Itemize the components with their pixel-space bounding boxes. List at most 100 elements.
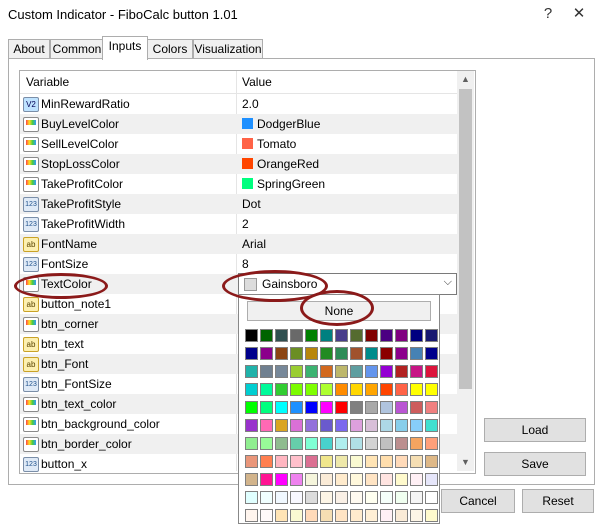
palette-swatch[interactable]	[260, 365, 273, 378]
reset-button[interactable]: Reset	[522, 489, 594, 513]
palette-swatch[interactable]	[350, 509, 363, 522]
tab-colors[interactable]: Colors	[147, 39, 193, 59]
palette-swatch[interactable]	[335, 383, 348, 396]
palette-swatch[interactable]	[350, 383, 363, 396]
palette-swatch[interactable]	[275, 509, 288, 522]
palette-swatch[interactable]	[290, 329, 303, 342]
grid-row[interactable]: StopLossColor OrangeRed	[20, 154, 457, 174]
palette-swatch[interactable]	[290, 437, 303, 450]
palette-swatch[interactable]	[335, 437, 348, 450]
palette-swatch[interactable]	[275, 437, 288, 450]
scroll-thumb[interactable]	[459, 89, 472, 389]
palette-swatch[interactable]	[320, 365, 333, 378]
palette-swatch[interactable]	[380, 491, 393, 504]
palette-swatch[interactable]	[365, 329, 378, 342]
palette-swatch[interactable]	[350, 491, 363, 504]
grid-row[interactable]: SellLevelColor Tomato	[20, 134, 457, 154]
tab-inputs[interactable]: Inputs	[102, 36, 148, 60]
palette-swatch[interactable]	[380, 509, 393, 522]
palette-swatch[interactable]	[410, 401, 423, 414]
palette-swatch[interactable]	[305, 509, 318, 522]
palette-swatch[interactable]	[320, 347, 333, 360]
palette-swatch[interactable]	[275, 491, 288, 504]
help-button[interactable]: ?	[537, 4, 559, 24]
palette-swatch[interactable]	[350, 365, 363, 378]
palette-swatch[interactable]	[320, 509, 333, 522]
variable-value[interactable]: Arial	[242, 237, 266, 251]
palette-swatch[interactable]	[290, 365, 303, 378]
palette-swatch[interactable]	[320, 383, 333, 396]
palette-swatch[interactable]	[245, 473, 258, 486]
palette-swatch[interactable]	[245, 491, 258, 504]
palette-swatch[interactable]	[410, 509, 423, 522]
palette-swatch[interactable]	[305, 329, 318, 342]
palette-swatch[interactable]	[365, 347, 378, 360]
palette-swatch[interactable]	[335, 365, 348, 378]
palette-swatch[interactable]	[305, 455, 318, 468]
palette-swatch[interactable]	[425, 509, 438, 522]
palette-swatch[interactable]	[395, 419, 408, 432]
palette-swatch[interactable]	[260, 473, 273, 486]
scroll-up-icon[interactable]: ▲	[457, 71, 474, 88]
palette-swatch[interactable]	[335, 491, 348, 504]
palette-swatch[interactable]	[305, 491, 318, 504]
palette-swatch[interactable]	[260, 347, 273, 360]
palette-swatch[interactable]	[335, 419, 348, 432]
palette-swatch[interactable]	[305, 419, 318, 432]
palette-swatch[interactable]	[245, 455, 258, 468]
palette-swatch[interactable]	[260, 437, 273, 450]
palette-swatch[interactable]	[260, 491, 273, 504]
palette-swatch[interactable]	[245, 437, 258, 450]
palette-swatch[interactable]	[395, 473, 408, 486]
palette-swatch[interactable]	[425, 365, 438, 378]
chevron-down-icon[interactable]: ⌵	[444, 276, 452, 289]
palette-swatch[interactable]	[425, 491, 438, 504]
palette-swatch[interactable]	[305, 347, 318, 360]
palette-swatch[interactable]	[245, 401, 258, 414]
variable-value[interactable]: Dot	[242, 197, 261, 211]
variable-value[interactable]: 2	[242, 217, 249, 231]
palette-swatch[interactable]	[350, 419, 363, 432]
palette-swatch[interactable]	[395, 437, 408, 450]
palette-swatch[interactable]	[425, 473, 438, 486]
palette-swatch[interactable]	[275, 329, 288, 342]
palette-swatch[interactable]	[305, 473, 318, 486]
palette-swatch[interactable]	[320, 419, 333, 432]
palette-swatch[interactable]	[335, 329, 348, 342]
palette-swatch[interactable]	[380, 455, 393, 468]
palette-swatch[interactable]	[425, 437, 438, 450]
palette-swatch[interactable]	[260, 383, 273, 396]
grid-row[interactable]: BuyLevelColor DodgerBlue	[20, 114, 457, 134]
palette-swatch[interactable]	[275, 347, 288, 360]
palette-swatch[interactable]	[395, 365, 408, 378]
palette-swatch[interactable]	[260, 401, 273, 414]
palette-swatch[interactable]	[320, 329, 333, 342]
palette-swatch[interactable]	[410, 347, 423, 360]
palette-swatch[interactable]	[275, 455, 288, 468]
palette-swatch[interactable]	[380, 419, 393, 432]
cancel-button[interactable]: Cancel	[441, 489, 515, 513]
tab-about[interactable]: About	[8, 39, 50, 59]
palette-swatch[interactable]	[260, 419, 273, 432]
palette-swatch[interactable]	[290, 347, 303, 360]
palette-swatch[interactable]	[395, 491, 408, 504]
palette-swatch[interactable]	[395, 347, 408, 360]
palette-swatch[interactable]	[425, 401, 438, 414]
grid-row[interactable]: 123 TakeProfitWidth 2	[20, 214, 457, 234]
palette-swatch[interactable]	[260, 509, 273, 522]
palette-swatch[interactable]	[290, 491, 303, 504]
variable-value[interactable]: Tomato	[257, 137, 296, 151]
palette-swatch[interactable]	[290, 509, 303, 522]
palette-swatch[interactable]	[335, 401, 348, 414]
tab-visualization[interactable]: Visualization	[193, 39, 263, 59]
scroll-down-icon[interactable]: ▼	[457, 454, 474, 471]
grid-row[interactable]: 123 TakeProfitStyle Dot	[20, 194, 457, 214]
palette-swatch[interactable]	[365, 491, 378, 504]
palette-swatch[interactable]	[395, 455, 408, 468]
value-column-header[interactable]: Value	[242, 75, 272, 89]
palette-swatch[interactable]	[305, 383, 318, 396]
palette-swatch[interactable]	[350, 455, 363, 468]
palette-swatch[interactable]	[275, 383, 288, 396]
grid-row[interactable]: 123 FontSize 8	[20, 254, 457, 274]
close-button[interactable]: ✕	[568, 4, 590, 24]
